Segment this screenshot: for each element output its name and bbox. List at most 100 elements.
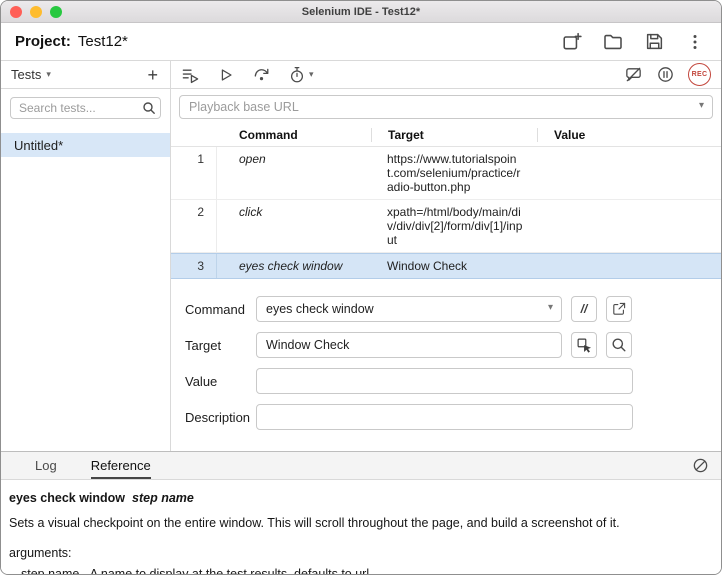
test-editor: ▾ REC ▾	[171, 61, 721, 451]
open-reference-button[interactable]	[606, 296, 632, 322]
header-actions	[560, 30, 707, 54]
reference-command-name: eyes check window	[9, 491, 125, 505]
search-tests-input[interactable]	[10, 97, 161, 119]
project-label: Project:	[15, 33, 71, 50]
row-number: 3	[171, 254, 217, 278]
toggle-comment-button[interactable]: //	[571, 296, 597, 322]
command-form-row: Command ▾ //	[185, 296, 721, 322]
project-title: Project: Test12*	[15, 33, 128, 50]
command-select[interactable]	[256, 296, 562, 322]
target-picker-icon	[576, 337, 593, 354]
clear-log-button[interactable]	[692, 457, 709, 474]
app-header: Project: Test12*	[1, 23, 721, 61]
reference-content: eyes check window step name Sets a visual…	[1, 480, 721, 575]
close-button[interactable]	[10, 6, 22, 18]
kebab-menu-icon	[686, 33, 704, 51]
test-item-untitled[interactable]: Untitled*	[1, 133, 170, 157]
select-target-button[interactable]	[571, 332, 597, 358]
base-url-row: ▾	[171, 89, 721, 123]
description-form-row: Description	[185, 404, 721, 430]
chevron-down-icon: ▾	[309, 70, 314, 79]
bottom-tab-bar: Log Reference	[1, 452, 721, 480]
sidebar-toolbar: Tests ▾ +	[1, 61, 170, 89]
window-controls	[10, 6, 62, 18]
tab-log[interactable]: Log	[35, 452, 57, 479]
test-speed-control[interactable]: ▾	[288, 66, 314, 84]
value-field-label: Value	[185, 374, 256, 389]
reference-arguments-label: arguments:	[9, 545, 711, 561]
reference-argument-detail: step name - A name to display at the tes…	[9, 566, 711, 575]
save-project-button[interactable]	[642, 30, 666, 54]
command-edit-form: Command ▾ // Target	[171, 279, 721, 440]
reference-title: eyes check window step name	[9, 490, 711, 506]
table-row[interactable]: 2 click xpath=/html/body/main/div/div/di…	[171, 200, 721, 253]
record-button[interactable]: REC	[688, 63, 711, 86]
prohibition-icon	[692, 457, 709, 474]
playback-base-url-input[interactable]	[179, 95, 713, 119]
pause-on-exceptions-button[interactable]	[656, 65, 675, 84]
search-icon	[142, 101, 156, 115]
commands-table: Command Target Value 1 open https://www.…	[171, 123, 721, 279]
open-external-icon	[611, 301, 627, 317]
reference-arg-name: step name	[132, 491, 194, 505]
row-number: 1	[171, 147, 217, 199]
tests-dropdown[interactable]: Tests ▾	[11, 67, 51, 82]
bottom-panel: Log Reference eyes check window step name…	[1, 451, 721, 575]
run-current-test-button[interactable]	[217, 66, 235, 84]
table-header: Command Target Value	[171, 123, 721, 147]
chevron-down-icon[interactable]: ▾	[699, 100, 704, 111]
zoom-button[interactable]	[50, 6, 62, 18]
window-title: Selenium IDE - Test12*	[1, 6, 721, 18]
step-over-icon	[252, 65, 271, 84]
reference-description: Sets a visual checkpoint on the entire w…	[9, 515, 711, 531]
run-all-icon	[181, 65, 200, 84]
column-target: Target	[371, 128, 537, 142]
row-command: eyes check window	[217, 254, 371, 278]
chevron-down-icon: ▾	[46, 70, 51, 79]
new-project-button[interactable]	[560, 30, 584, 54]
selenium-ide-window: Selenium IDE - Test12* Project: Test12*	[0, 0, 722, 575]
tests-label: Tests	[11, 67, 41, 82]
column-value: Value	[537, 128, 721, 142]
target-input[interactable]	[256, 332, 562, 358]
row-target: xpath=/html/body/main/div/div/div[2]/for…	[371, 200, 537, 252]
tab-reference[interactable]: Reference	[91, 452, 151, 479]
stopwatch-icon	[288, 66, 306, 84]
row-command: open	[217, 147, 371, 199]
new-project-icon	[562, 32, 582, 52]
disable-breakpoints-icon	[624, 65, 643, 84]
search-icon	[611, 337, 627, 353]
open-project-button[interactable]	[601, 30, 625, 54]
search-row	[1, 89, 170, 125]
toolbar-right: REC	[624, 63, 711, 86]
project-name: Test12*	[78, 33, 128, 50]
description-field-label: Description	[185, 410, 256, 425]
row-number: 2	[171, 200, 217, 252]
target-field-label: Target	[185, 338, 256, 353]
folder-icon	[603, 32, 623, 52]
value-input[interactable]	[256, 368, 633, 394]
column-command: Command	[217, 128, 371, 142]
value-form-row: Value	[185, 368, 721, 394]
disable-breakpoints-button[interactable]	[624, 65, 643, 84]
chevron-down-icon[interactable]: ▾	[548, 302, 553, 313]
add-test-button[interactable]: +	[145, 66, 160, 84]
test-list: Untitled*	[1, 125, 170, 451]
playback-toolbar: ▾ REC	[171, 61, 721, 89]
find-target-button[interactable]	[606, 332, 632, 358]
step-over-button[interactable]	[252, 65, 271, 84]
row-target: Window Check	[371, 254, 537, 278]
target-form-row: Target	[185, 332, 721, 358]
play-icon	[217, 66, 235, 84]
table-row-selected[interactable]: 3 eyes check window Window Check	[171, 253, 721, 279]
save-icon	[645, 32, 664, 51]
description-input[interactable]	[256, 404, 633, 430]
titlebar: Selenium IDE - Test12*	[1, 1, 721, 23]
run-all-tests-button[interactable]	[181, 65, 200, 84]
minimize-button[interactable]	[30, 6, 42, 18]
row-command: click	[217, 200, 371, 252]
row-target: https://www.tutorialspoint.com/selenium/…	[371, 147, 537, 199]
more-menu-button[interactable]	[683, 30, 707, 54]
table-row[interactable]: 1 open https://www.tutorialspoint.com/se…	[171, 147, 721, 200]
row-value	[537, 147, 721, 199]
